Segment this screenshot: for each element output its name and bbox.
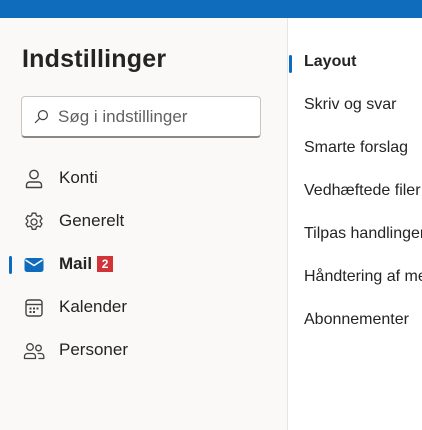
nav-label: Personer <box>59 340 128 359</box>
nav-label: Kalender <box>59 297 128 316</box>
nav-item-konti[interactable]: Konti <box>0 160 287 196</box>
nav-item-kalender[interactable]: Kalender <box>0 289 287 325</box>
mail-settings-subnav: Layout Skriv og svar Smarte forslag Vedh… <box>288 18 422 430</box>
subnav-item-attachments[interactable]: Vedhæftede filer <box>288 177 422 207</box>
subnav-label: Smarte forslag <box>304 139 409 156</box>
subnav-item-actions[interactable]: Tilpas handlinger <box>288 220 422 250</box>
nav-label: Generelt <box>59 211 125 230</box>
search-input[interactable]: Søg i indstillinger <box>21 96 261 138</box>
subnav-item-smart-suggestions[interactable]: Smarte forslag <box>288 134 422 164</box>
page-title: Indstillinger <box>22 45 167 73</box>
subnav-label: Skriv og svar <box>304 96 397 113</box>
subnav-label: Håndtering af meddelelser <box>304 268 422 285</box>
people-icon <box>23 343 45 360</box>
nav-item-generelt[interactable]: Generelt <box>0 203 287 239</box>
nav-item-mail[interactable]: Mail 2 <box>0 246 287 282</box>
settings-nav-pane: Indstillinger Søg i indstillinger Konti … <box>0 18 287 430</box>
selection-indicator <box>9 256 12 274</box>
nav-label: Konti <box>59 168 98 187</box>
notification-badge: 2 <box>97 256 114 272</box>
mail-icon <box>24 258 44 272</box>
subnav-item-message-handling[interactable]: Håndtering af meddelelser <box>288 263 422 293</box>
top-bar <box>0 0 422 18</box>
subnav-item-layout[interactable]: Layout <box>288 48 422 78</box>
nav-label-mail: Mail 2 <box>59 254 114 274</box>
subnav-label: Tilpas handlinger <box>304 225 422 242</box>
subnav-item-compose[interactable]: Skriv og svar <box>288 91 422 121</box>
subnav-item-subscriptions[interactable]: Abonnementer <box>288 306 422 336</box>
nav-item-personer[interactable]: Personer <box>0 332 287 368</box>
search-icon <box>34 109 49 124</box>
search-placeholder: Søg i indstillinger <box>58 106 188 126</box>
calendar-icon <box>25 299 43 317</box>
person-icon <box>25 169 43 189</box>
subnav-label: Layout <box>304 53 357 70</box>
gear-icon <box>25 212 43 230</box>
subnav-label: Abonnementer <box>304 311 409 328</box>
selection-indicator <box>289 55 292 73</box>
subnav-label: Vedhæftede filer <box>304 182 421 199</box>
nav-label: Mail <box>59 254 93 273</box>
